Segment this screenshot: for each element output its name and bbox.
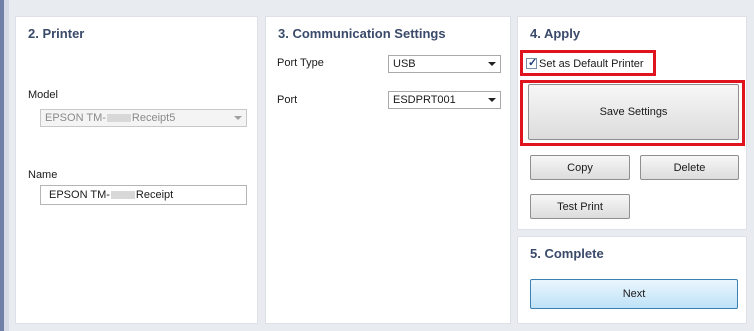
next-button[interactable]: Next (530, 279, 738, 309)
port-select[interactable]: ESDPRT001 (388, 91, 501, 109)
name-field[interactable]: EPSON TM- Receipt (40, 185, 247, 205)
complete-panel-title: 5. Complete (530, 246, 604, 261)
model-label: Model (28, 89, 58, 101)
name-label: Name (28, 169, 58, 181)
save-settings-button[interactable]: Save Settings (528, 84, 739, 140)
model-value-prefix: EPSON TM- (45, 112, 106, 124)
complete-panel: 5. Complete Next (517, 236, 747, 324)
name-value-suffix: Receipt (135, 189, 174, 201)
redacted-name-mask (110, 191, 135, 200)
copy-button[interactable]: Copy (530, 155, 630, 180)
redacted-model-mask (106, 114, 131, 123)
chevron-down-icon (488, 62, 496, 66)
port-label: Port (277, 94, 298, 106)
port-type-label: Port Type (277, 57, 324, 69)
apply-panel-title: 4. Apply (530, 26, 581, 41)
communication-panel-title: 3. Communication Settings (278, 26, 446, 41)
model-combobox: EPSON TM- Receipt5 (40, 109, 247, 127)
test-print-button[interactable]: Test Print (530, 194, 630, 219)
port-type-select[interactable]: USB (388, 55, 501, 73)
port-value: ESDPRT001 (393, 94, 456, 106)
printer-panel: 2. Printer Model EPSON TM- Receipt5 Name … (15, 16, 258, 324)
model-value-suffix: Receipt5 (131, 112, 176, 124)
printer-panel-title: 2. Printer (28, 26, 85, 41)
default-printer-label[interactable]: Set as Default Printer (539, 58, 644, 70)
default-printer-checkbox[interactable]: ✓ (526, 57, 538, 69)
port-type-value: USB (393, 58, 416, 70)
chevron-down-icon (234, 116, 242, 120)
checkmark-icon: ✓ (528, 57, 538, 69)
name-value-prefix: EPSON TM- (49, 189, 110, 201)
chevron-down-icon (488, 98, 496, 102)
delete-button[interactable]: Delete (640, 155, 739, 180)
window-left-gutter (4, 0, 9, 331)
communication-panel: 3. Communication Settings Port Type USB … (265, 16, 511, 324)
